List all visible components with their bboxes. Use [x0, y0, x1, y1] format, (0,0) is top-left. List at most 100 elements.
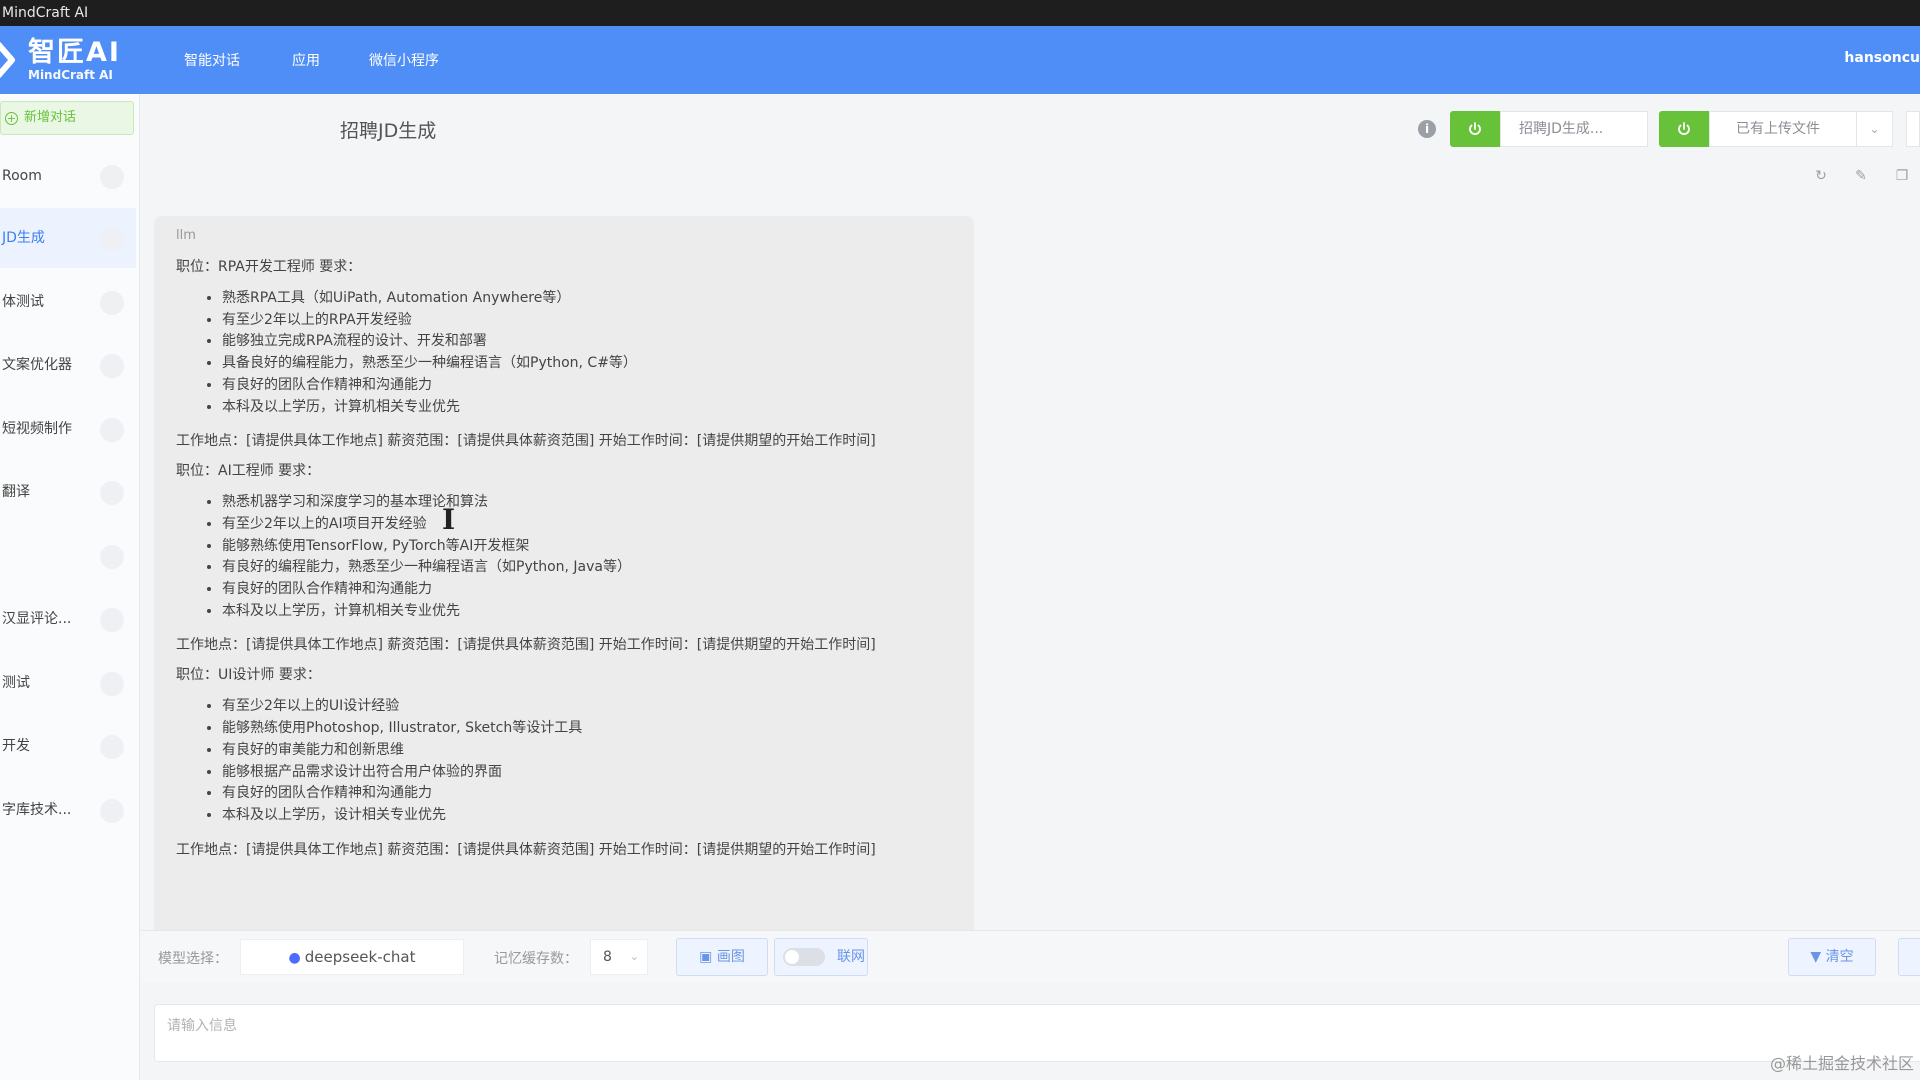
sidebar-item-action-icon[interactable] [100, 608, 124, 632]
nav-item-wechat-miniprogram[interactable]: 微信小程序 [369, 50, 439, 70]
chevron-down-icon[interactable]: ⌄ [1857, 111, 1893, 147]
list-item: 有至少2年以上的RPA开发经验 [222, 310, 952, 332]
sidebar-item-action-icon[interactable] [100, 291, 124, 315]
sidebar-item-label: 文案优化器 [2, 357, 72, 373]
sidebar-item[interactable]: 开发 [0, 716, 136, 776]
toggle-switch[interactable] [783, 948, 825, 966]
brand-name-en: MindCraft AI [28, 68, 113, 82]
new-chat-button[interactable]: + 新增对话 [0, 101, 134, 135]
section-title: 职位：RPA开发工程师 要求： [176, 259, 362, 275]
sidebar-item[interactable]: 字库技术... [0, 780, 136, 840]
chat-title: 招聘JD生成 [340, 120, 437, 142]
sidebar-item-action-icon[interactable] [100, 799, 124, 823]
file-power-button[interactable] [1659, 111, 1709, 147]
section-footer: 工作地点：[请提供具体工作地点] 薪资范围：[请提供具体薪资范围] 开始工作时间… [176, 433, 876, 450]
window-title-bar: MindCraft AI [0, 0, 1920, 26]
user-name[interactable]: hansoncu [1844, 50, 1920, 66]
sidebar-item-label: 字库技术... [2, 802, 72, 818]
sidebar-item-action-icon[interactable] [100, 481, 124, 505]
section-footer: 工作地点：[请提供具体工作地点] 薪资范围：[请提供具体薪资范围] 开始工作时间… [176, 637, 876, 654]
sidebar-item-label: 测试 [2, 675, 30, 691]
model-label: 模型选择： [158, 951, 228, 967]
list-item: 熟悉机器学习和深度学习的基本理论和算法 [222, 492, 952, 514]
sidebar-item-action-icon[interactable] [100, 545, 124, 569]
list-item: 能够独立完成RPA流程的设计、开发和部署 [222, 331, 952, 353]
edit-icon[interactable]: ✎ [1853, 168, 1869, 184]
power-icon [1469, 122, 1481, 135]
top-navigation: 智匠AI MindCraft AI 智能对话 应用 微信小程序 hansoncu [0, 26, 1920, 94]
sidebar-item[interactable]: Room [0, 146, 136, 206]
copy-icon[interactable]: ❐ [1894, 168, 1910, 184]
sidebar-item-label [0, 548, 2, 564]
sidebar-item[interactable]: 体测试 [0, 272, 136, 332]
list-item: 有至少2年以上的UI设计经验 [222, 696, 952, 718]
list-item: 有良好的审美能力和创新思维 [222, 740, 952, 762]
sidebar-item[interactable] [0, 526, 136, 586]
nav-item-apps[interactable]: 应用 [292, 50, 320, 70]
sidebar-item-action-icon[interactable] [100, 418, 124, 442]
sidebar-item[interactable]: 文案优化器 [0, 335, 136, 395]
sidebar-item-label: Room [2, 168, 42, 184]
image-icon: ▣ [699, 949, 717, 965]
memory-select[interactable]: 8 ⌄ [590, 939, 648, 975]
brand-logo[interactable]: 智匠AI MindCraft AI [0, 34, 121, 86]
deepseek-whale-icon: ● [288, 950, 301, 966]
sidebar-item-action-icon[interactable] [100, 735, 124, 759]
info-icon[interactable]: i [1418, 120, 1436, 138]
sidebar-item-action-icon[interactable] [100, 165, 124, 189]
requirements-list: 熟悉RPA工具（如UiPath, Automation Anywhere等） 有… [176, 288, 952, 418]
chevron-down-icon: ⌄ [629, 950, 639, 963]
model-select-value: deepseek-chat [304, 948, 416, 966]
sidebar-item-action-icon[interactable] [100, 672, 124, 696]
list-item: 本科及以上学历，设计相关专业优先 [222, 805, 952, 827]
sidebar: + 新增对话 Room JD生成 体测试 文案优化器 短视频制作 翻译 汉显评论.… [0, 94, 140, 1080]
app-power-button[interactable] [1450, 111, 1500, 147]
sidebar-item[interactable]: 翻译 [0, 462, 136, 522]
window-title: MindCraft AI [2, 5, 89, 21]
model-select[interactable]: ● deepseek-chat [240, 939, 464, 975]
section-footer: 工作地点：[请提供具体工作地点] 薪资范围：[请提供具体薪资范围] 开始工作时间… [176, 841, 876, 858]
chat-toolbar: 模型选择： ● deepseek-chat 记忆缓存数： 8 ⌄ ▣ 画图 联网 … [140, 930, 1920, 982]
clear-label: 清空 [1825, 949, 1854, 965]
app-select[interactable]: 招聘JD生成... [1500, 111, 1648, 147]
nav-item-chat[interactable]: 智能对话 [184, 50, 240, 70]
memory-label: 记忆缓存数： [494, 951, 578, 967]
sidebar-item[interactable]: 测试 [0, 653, 136, 713]
text-cursor-icon: I [442, 503, 456, 536]
file-select-value: 已有上传文件 [1736, 121, 1820, 137]
section-title: 职位：UI设计师 要求： [176, 667, 321, 684]
list-item: 有至少2年以上的AI项目开发经验 [222, 514, 952, 536]
assistant-message: llm 职位：RPA开发工程师 要求： 熟悉RPA工具（如UiPath, Aut… [154, 216, 974, 930]
clear-button[interactable]: ▼ 清空 [1788, 938, 1876, 976]
message-input[interactable] [154, 1004, 1920, 1062]
sidebar-item[interactable]: 汉显评论... [0, 589, 136, 649]
list-item: 能够根据产品需求设计出符合用户体验的界面 [222, 762, 952, 784]
list-item: 有良好的团队合作精神和沟通能力 [222, 579, 952, 601]
draw-button[interactable]: ▣ 画图 [676, 938, 768, 976]
list-item: 熟悉RPA工具（如UiPath, Automation Anywhere等） [222, 288, 952, 310]
web-search-toggle[interactable]: 联网 [774, 938, 868, 976]
file-select[interactable]: 已有上传文件 [1709, 111, 1857, 147]
broom-icon: ▼ [1810, 949, 1826, 965]
web-label: 联网 [837, 949, 865, 965]
extra-button-edge[interactable] [1898, 938, 1920, 976]
sidebar-item-label: 翻译 [2, 484, 30, 500]
list-item: 具备良好的编程能力，熟悉至少一种编程语言（如Python, C#等） [222, 353, 952, 375]
sidebar-item-action-icon[interactable] [100, 354, 124, 378]
sidebar-item[interactable]: 短视频制作 [0, 399, 136, 459]
extra-select-edge[interactable] [1906, 111, 1920, 147]
sidebar-item-label: 汉显评论... [2, 611, 72, 627]
message-sender: llm [176, 228, 196, 243]
sidebar-item-action-icon[interactable] [100, 227, 124, 251]
new-chat-label: 新增对话 [24, 110, 77, 125]
requirements-list: 熟悉机器学习和深度学习的基本理论和算法 有至少2年以上的AI项目开发经验 能够熟… [176, 492, 952, 622]
draw-label: 画图 [716, 949, 745, 965]
list-item: 本科及以上学历，计算机相关专业优先 [222, 397, 952, 419]
app-select-value: 招聘JD生成... [1519, 121, 1604, 137]
sidebar-item-active[interactable]: JD生成 [0, 208, 136, 268]
logo-chevron-icon [0, 40, 20, 80]
brand-name-cn: 智匠AI [28, 37, 121, 68]
list-item: 有良好的团队合作精神和沟通能力 [222, 783, 952, 805]
refresh-icon[interactable]: ↻ [1813, 168, 1829, 184]
requirements-list: 有至少2年以上的UI设计经验 能够熟练使用Photoshop, Illustra… [176, 696, 952, 826]
